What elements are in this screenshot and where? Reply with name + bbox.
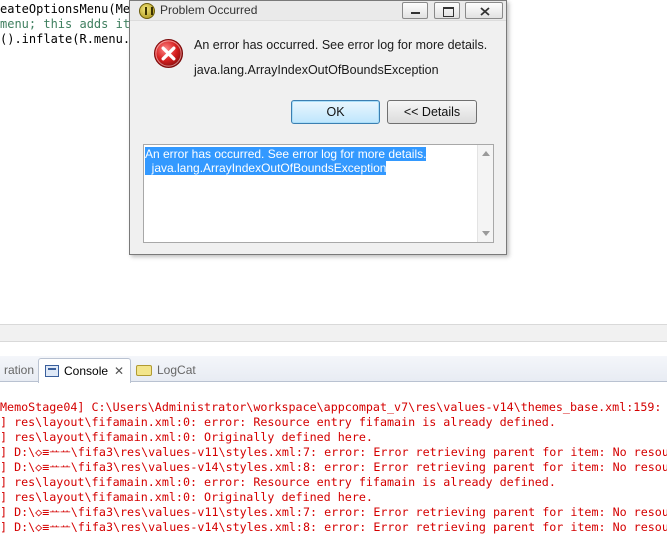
scroll-down-icon[interactable] xyxy=(482,231,490,236)
close-icon xyxy=(480,7,490,16)
logcat-icon xyxy=(136,364,152,376)
maximize-button[interactable] xyxy=(434,2,460,19)
console-line: ] res\layout\fifamain.xml:0: error: Reso… xyxy=(0,415,556,429)
code-comment-line: menu; this adds ite xyxy=(0,17,138,31)
panel-divider xyxy=(0,342,667,356)
console-line: ] res\layout\fifamain.xml:0: Originally … xyxy=(0,430,373,444)
minimize-button[interactable] xyxy=(402,2,428,19)
console-line: MemoStage04] C:\Users\Administrator\work… xyxy=(0,400,667,414)
tab-label: LogCat xyxy=(157,363,196,377)
problem-dialog: Problem Occurred An error has occurred. … xyxy=(129,0,507,255)
tab-logcat[interactable]: LogCat xyxy=(130,358,202,382)
dialog-title: Problem Occurred xyxy=(160,3,258,17)
bottom-panel-tabbar: ration Console ✕ LogCat xyxy=(0,356,667,383)
console-line: ] D:\◇≡ᅭᅭ\fifa3\res\values-v14\styles.xm… xyxy=(0,520,667,534)
console-icon xyxy=(45,365,59,377)
console-line: ] D:\◇≡ᅭᅭ\fifa3\res\values-v14\styles.xm… xyxy=(0,460,667,474)
exception-name: java.lang.ArrayIndexOutOfBoundsException xyxy=(194,63,439,77)
tab-label: Console xyxy=(64,364,109,378)
console-line: ] res\layout\fifamain.xml:0: error: Reso… xyxy=(0,475,556,489)
console-line: ] D:\◇≡ᅭᅭ\fifa3\res\values-v11\styles.xm… xyxy=(0,505,667,519)
close-button[interactable] xyxy=(465,2,503,19)
horizontal-scrollbar[interactable] xyxy=(0,324,667,342)
error-message: An error has occurred. See error log for… xyxy=(194,38,488,52)
close-icon[interactable]: ✕ xyxy=(114,364,124,378)
details-scrollbar[interactable] xyxy=(477,145,493,242)
console-line: ] res\layout\fifamain.xml:0: Originally … xyxy=(0,490,373,504)
details-button[interactable]: << Details xyxy=(387,100,477,124)
ok-button[interactable]: OK xyxy=(291,100,380,124)
details-textarea[interactable]: An error has occurred. See error log for… xyxy=(143,144,494,243)
code-line: ().inflate(R.menu.m xyxy=(0,32,138,46)
tab-configuration[interactable]: ration xyxy=(0,358,40,382)
details-line: An error has occurred. See error log for… xyxy=(145,147,427,161)
tab-label: ration xyxy=(4,363,35,377)
tab-console[interactable]: Console ✕ xyxy=(38,358,132,383)
console-line: ] D:\◇≡ᅭᅭ\fifa3\res\values-v11\styles.xm… xyxy=(0,445,667,459)
console-output[interactable]: MemoStage04] C:\Users\Administrator\work… xyxy=(0,383,667,540)
code-line: eateOptionsMenu(Menu xyxy=(0,2,145,16)
eclipse-icon xyxy=(139,3,155,19)
dialog-titlebar[interactable]: Problem Occurred xyxy=(130,1,506,21)
scroll-up-icon[interactable] xyxy=(482,151,490,156)
error-icon xyxy=(153,38,184,69)
details-line: java.lang.ArrayIndexOutOfBoundsException xyxy=(145,161,387,175)
